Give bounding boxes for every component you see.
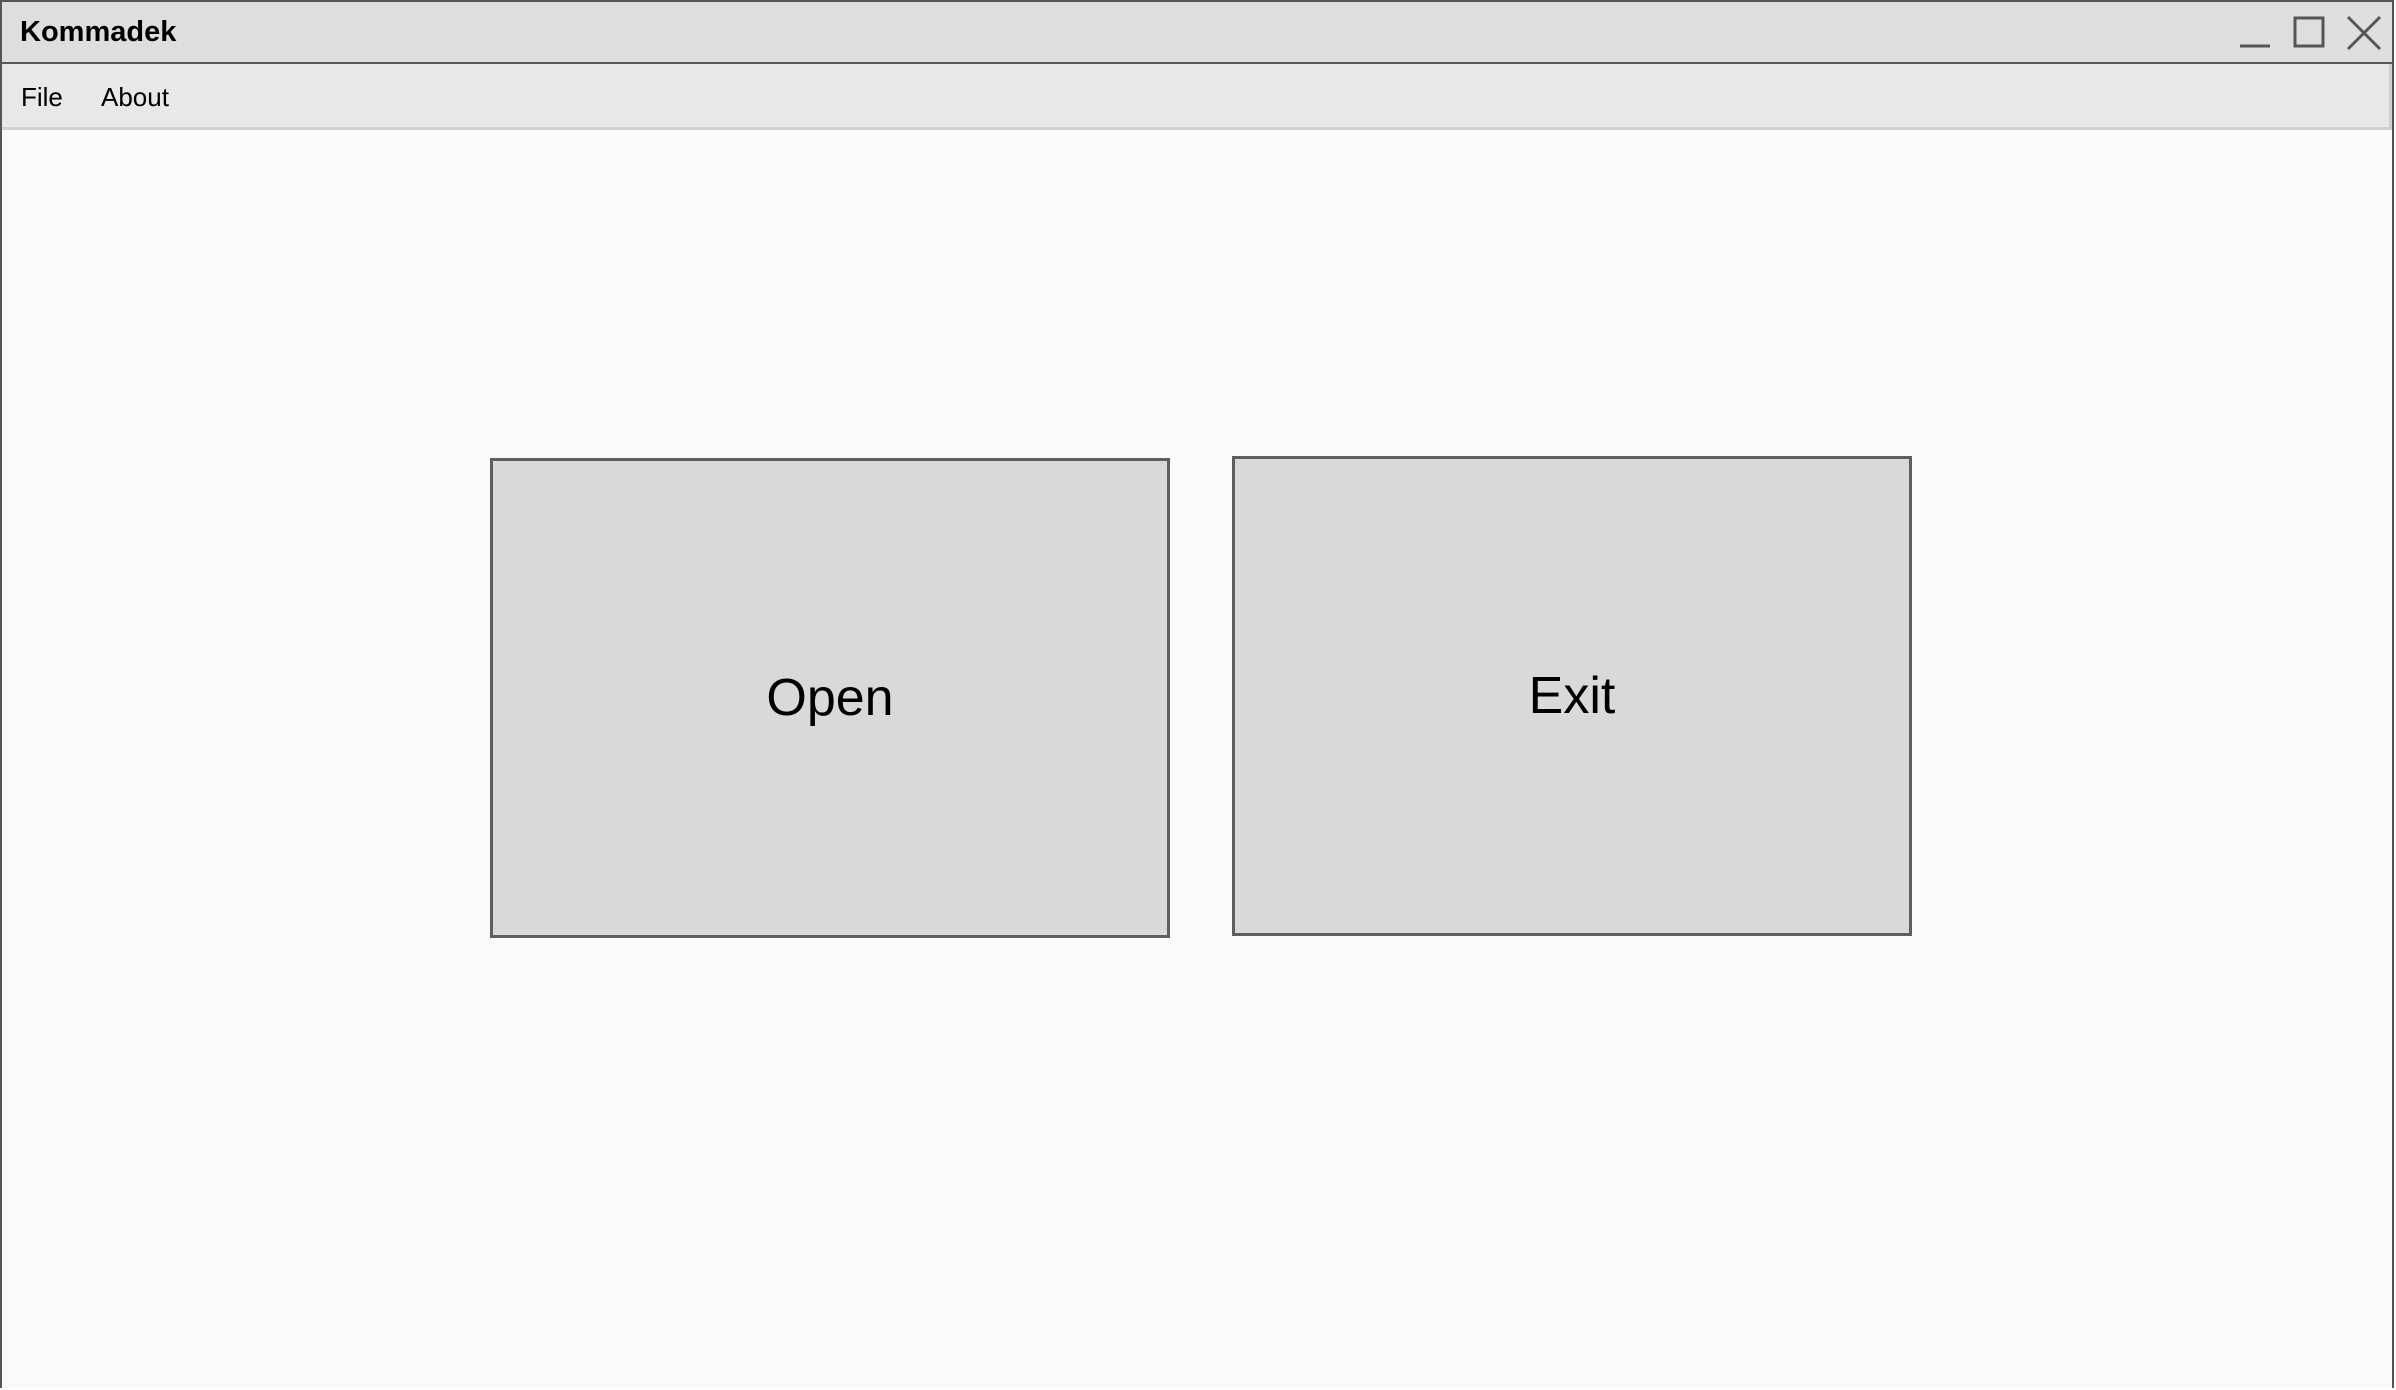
maximize-icon [2293,16,2325,48]
close-icon [2346,15,2382,51]
minimize-icon [2240,44,2270,48]
exit-button[interactable]: Exit [1232,456,1912,936]
close-button[interactable] [2338,2,2390,62]
menu-item-about[interactable]: About [101,82,169,112]
window-title: Kommadek [20,16,177,48]
menu-bar: File About [2,64,2392,130]
main-content: Open Exit [2,130,2392,1388]
menu-item-file[interactable]: File [21,82,63,112]
title-bar[interactable]: Kommadek [2,2,2392,64]
minimize-button[interactable] [2230,2,2282,62]
open-button[interactable]: Open [490,458,1170,938]
app-window: Kommadek File About Open Exit [0,0,2394,1388]
maximize-button[interactable] [2284,2,2336,62]
